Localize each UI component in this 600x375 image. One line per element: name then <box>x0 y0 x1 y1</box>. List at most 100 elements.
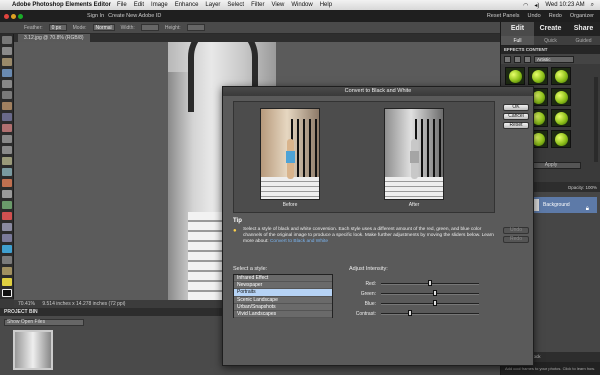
blue-slider[interactable] <box>381 300 479 306</box>
shape-tool-icon[interactable] <box>2 234 12 242</box>
feather-input[interactable]: 0 px <box>48 24 67 31</box>
close-window-icon[interactable] <box>4 13 9 19</box>
effects-scrollbar[interactable] <box>594 77 598 162</box>
effects-category-select[interactable]: Artistic <box>534 55 574 63</box>
menu-edit[interactable]: Edit <box>134 2 144 8</box>
lightbulb-icon: ● <box>233 228 237 234</box>
tab-full[interactable]: Full <box>501 36 534 45</box>
reset-panels-button[interactable]: Reset Panels <box>487 13 520 19</box>
layer-name: Background <box>543 202 570 208</box>
undo-button[interactable]: Undo <box>528 13 541 19</box>
redo-dialog-button[interactable]: Redo <box>503 236 529 243</box>
show-files-select[interactable]: Show Open Files <box>4 319 84 326</box>
filters-icon[interactable] <box>504 55 511 63</box>
tab-guided[interactable]: Guided <box>567 36 600 45</box>
app-name-menu[interactable]: Adobe Photoshop Elements Editor <box>12 2 111 8</box>
tab-quick[interactable]: Quick <box>534 36 567 45</box>
red-slider[interactable] <box>381 280 479 286</box>
healing-brush-icon[interactable] <box>2 124 12 132</box>
red-eye-tool-icon[interactable] <box>2 113 12 121</box>
pencil-tool-icon[interactable] <box>2 179 12 187</box>
quick-selection-tool-icon[interactable] <box>2 102 12 110</box>
style-item-urban[interactable]: Urban/Snapshots <box>234 304 332 311</box>
width-input[interactable] <box>140 24 159 31</box>
sponge-tool-icon[interactable] <box>2 256 12 264</box>
effect-thumbnail[interactable] <box>551 130 571 148</box>
menu-enhance[interactable]: Enhance <box>175 2 199 8</box>
crop-tool-icon[interactable] <box>2 146 12 154</box>
tab-create[interactable]: Create <box>534 22 567 36</box>
tip-link[interactable]: Convert to Black and White <box>270 239 328 244</box>
effect-thumbnail[interactable] <box>551 109 571 127</box>
menu-filter[interactable]: Filter <box>251 2 264 8</box>
effect-thumbnail[interactable] <box>551 67 571 85</box>
menu-help[interactable]: Help <box>320 2 332 8</box>
zoom-window-icon[interactable] <box>18 13 23 19</box>
menu-layer[interactable]: Layer <box>205 2 220 8</box>
reset-button[interactable]: Reset <box>503 122 529 129</box>
mode-select[interactable]: Normal <box>92 24 115 31</box>
tab-edit[interactable]: Edit <box>501 22 534 36</box>
organizer-button[interactable]: Organizer <box>570 13 594 19</box>
clock[interactable]: Wed 10:23 AM <box>545 2 584 8</box>
redo-button[interactable]: Redo <box>549 13 562 19</box>
effect-thumbnail[interactable] <box>505 67 525 85</box>
menu-image[interactable]: Image <box>151 2 168 8</box>
hand-tool-icon[interactable] <box>2 58 12 66</box>
type-tool-icon[interactable] <box>2 135 12 143</box>
eraser-tool-icon[interactable] <box>2 190 12 198</box>
brush-tool-icon[interactable] <box>2 201 12 209</box>
style-item-portraits[interactable]: Portraits <box>234 289 332 297</box>
blue-slider-thumb[interactable] <box>432 300 437 306</box>
effect-thumbnail[interactable] <box>528 67 548 85</box>
zoom-level[interactable]: 70.41% <box>18 301 35 307</box>
effect-thumbnail[interactable] <box>551 88 571 106</box>
paint-bucket-icon[interactable] <box>2 212 12 220</box>
red-slider-thumb[interactable] <box>428 280 432 286</box>
move-tool-icon[interactable] <box>2 36 12 44</box>
undo-dialog-button[interactable]: Undo <box>503 227 529 234</box>
volume-icon[interactable]: ◂) <box>534 2 539 9</box>
dialog-title: Convert to Black and White <box>223 87 533 96</box>
lock-icon[interactable]: 🔒︎ <box>586 201 589 217</box>
style-item-infrared[interactable]: Infrared Effect <box>234 275 332 283</box>
style-item-vivid[interactable]: Vivid Landscapes <box>234 311 332 319</box>
style-item-newspaper[interactable]: Newspaper <box>234 282 332 290</box>
color-swatch-icon[interactable] <box>2 289 12 297</box>
ok-button[interactable]: OK <box>503 104 529 111</box>
menu-view[interactable]: View <box>271 2 284 8</box>
spotlight-icon[interactable]: ⌕ <box>591 2 594 9</box>
height-input[interactable] <box>186 24 205 31</box>
menu-file[interactable]: File <box>117 2 127 8</box>
cookie-cutter-icon[interactable] <box>2 157 12 165</box>
before-label: Before <box>282 202 298 208</box>
effects-panel-header[interactable]: EFFECTS CONTENT <box>501 46 600 54</box>
cancel-button[interactable]: Cancel <box>503 113 529 120</box>
styles-icon[interactable] <box>514 55 521 63</box>
create-id-link[interactable]: Create New Adobe ID <box>108 13 161 19</box>
document-tab[interactable]: 3.12.jpg @ 70.8% (RGB/8) <box>18 34 90 42</box>
contrast-slider-thumb[interactable] <box>408 310 413 316</box>
dodge-tool-icon[interactable] <box>2 278 12 286</box>
wifi-icon[interactable]: ◠ <box>523 2 528 9</box>
contrast-slider[interactable] <box>381 310 479 316</box>
zoom-tool-icon[interactable] <box>2 47 12 55</box>
sign-in-link[interactable]: Sign In <box>87 13 104 19</box>
menu-select[interactable]: Select <box>227 2 244 8</box>
minimize-window-icon[interactable] <box>11 13 16 19</box>
bin-thumbnail[interactable] <box>13 330 53 370</box>
marquee-tool-icon[interactable] <box>2 80 12 88</box>
tab-share[interactable]: Share <box>567 22 600 36</box>
blur-tool-icon[interactable] <box>2 245 12 253</box>
gradient-tool-icon[interactable] <box>2 223 12 231</box>
eyedropper-tool-icon[interactable] <box>2 69 12 77</box>
menu-window[interactable]: Window <box>291 2 312 8</box>
smart-brush-icon[interactable] <box>2 267 12 275</box>
green-slider-thumb[interactable] <box>432 290 437 296</box>
clone-stamp-icon[interactable] <box>2 168 12 176</box>
photo-effects-icon[interactable] <box>524 55 531 63</box>
lasso-tool-icon[interactable] <box>2 91 12 99</box>
style-item-scenic[interactable]: Scenic Landscape <box>234 297 332 304</box>
green-slider[interactable] <box>381 290 479 296</box>
opacity-control[interactable]: Opacity: 100% <box>568 185 597 190</box>
